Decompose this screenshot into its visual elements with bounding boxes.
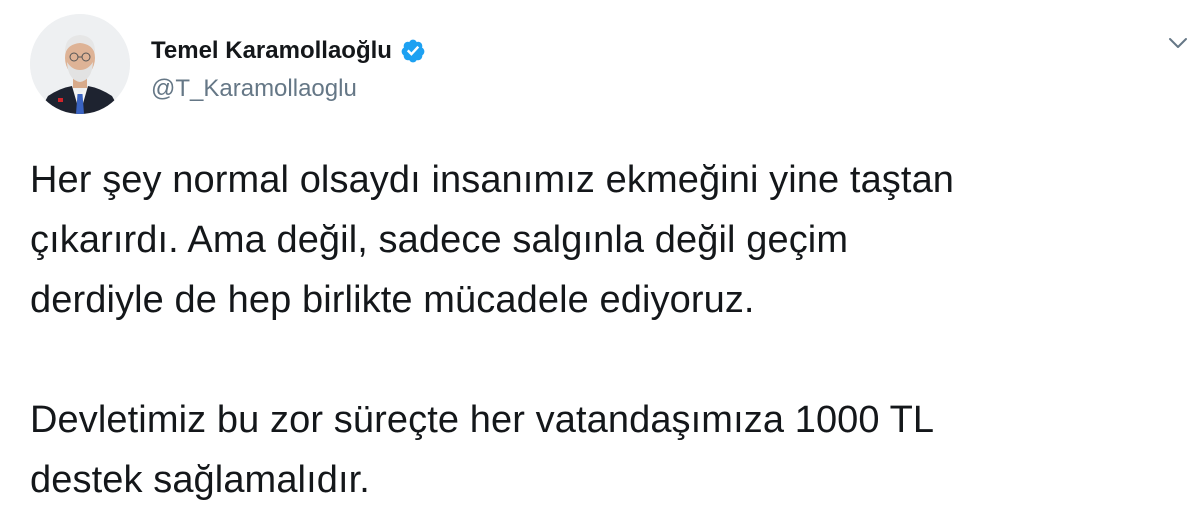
- chevron-down-icon: [1169, 38, 1187, 48]
- tweet-header: Temel Karamollaoğlu @T_Karamollaoglu: [30, 14, 1187, 116]
- tweet-card: Temel Karamollaoğlu @T_Karamollaoglu Her…: [0, 0, 1200, 524]
- name-row: Temel Karamollaoğlu: [151, 36, 426, 66]
- profile-photo-icon: [30, 14, 130, 114]
- verified-badge-icon: [400, 38, 426, 64]
- tweet-paragraph: Her şey normal olsaydı insanımız ekmeğin…: [30, 159, 955, 321]
- tweet-paragraph: Devletimiz bu zor süreçte her vatandaşım…: [30, 399, 935, 501]
- tweet-text: Her şey normal olsaydı insanımız ekmeğin…: [30, 150, 1170, 510]
- user-handle[interactable]: @T_Karamollaoglu: [151, 74, 357, 104]
- display-name[interactable]: Temel Karamollaoğlu: [151, 36, 392, 66]
- tweet-menu-button[interactable]: [1163, 28, 1193, 58]
- avatar[interactable]: [30, 14, 130, 114]
